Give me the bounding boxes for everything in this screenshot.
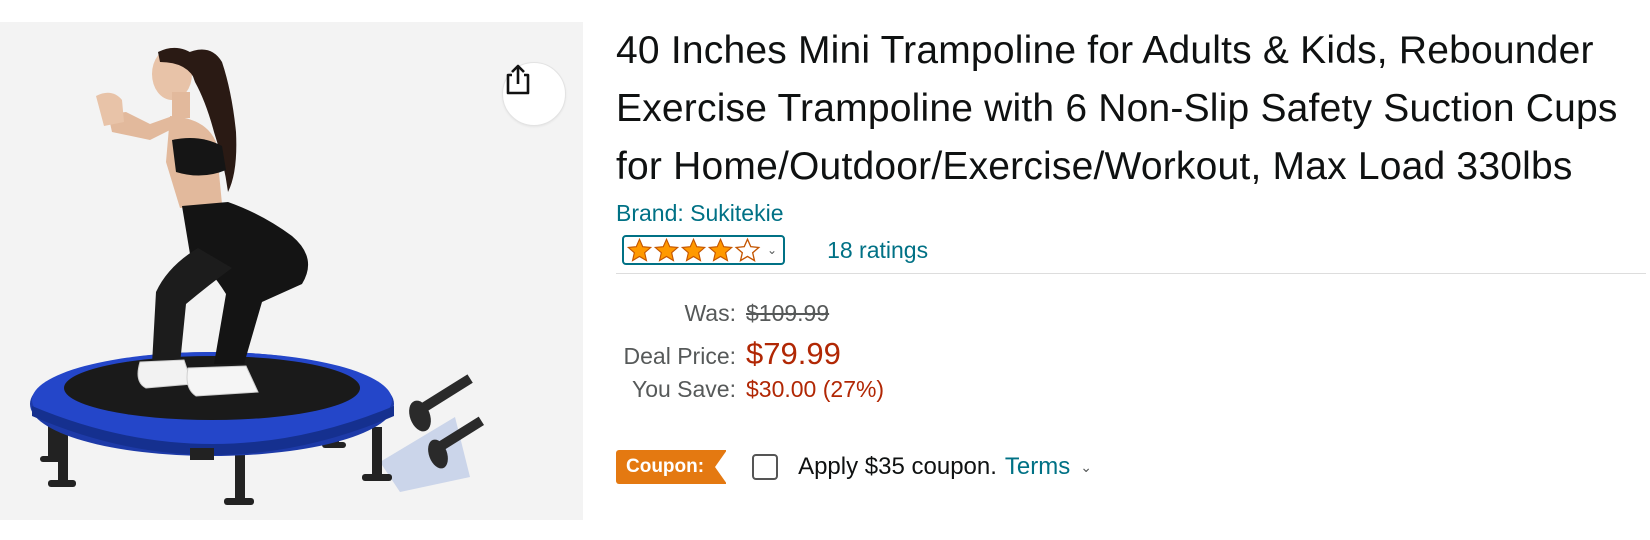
share-icon (506, 64, 530, 95)
star-full-icon (653, 237, 680, 262)
deal-price-row: Deal Price: $79.99 (616, 336, 1646, 376)
was-price-row: Was: $109.99 (616, 300, 1646, 336)
star-full-icon (680, 237, 707, 262)
star-full-icon (626, 237, 653, 262)
chevron-down-icon[interactable]: ⌄ (1080, 459, 1092, 476)
chevron-down-icon: ⌄ (767, 243, 778, 257)
brand-link[interactable]: Brand: Sukitekie (616, 200, 1646, 227)
coupon-badge: Coupon: (616, 450, 728, 484)
product-title: 40 Inches Mini Trampoline for Adults & K… (616, 29, 1618, 188)
star-empty-icon (734, 237, 761, 262)
coupon-apply-text: Apply $35 coupon. (798, 453, 997, 480)
price-table: Was: $109.99 Deal Price: $79.99 You Save… (616, 300, 1646, 416)
share-button[interactable] (502, 62, 566, 126)
coupon-checkbox[interactable] (752, 454, 779, 480)
rating-row: ⌄ 18 ratings (616, 233, 1646, 267)
divider (616, 273, 1646, 274)
save-label: You Save: (631, 376, 736, 402)
deal-price: $79.99 (746, 336, 841, 371)
was-price: $109.99 (746, 300, 830, 326)
was-label: Was: (684, 300, 736, 326)
savings-amount: $30.00 (27%) (746, 376, 885, 402)
trampoline-product-image (30, 47, 485, 505)
ratings-count-link[interactable]: 18 ratings (827, 237, 928, 264)
savings-row: You Save: $30.00 (27%) (616, 376, 1646, 416)
product-image-panel[interactable] (0, 22, 583, 520)
product-details: 40 Inches Mini Trampoline for Adults & K… (616, 22, 1646, 484)
coupon-terms-link[interactable]: Terms (1005, 453, 1070, 481)
coupon-row: Coupon: Apply $35 coupon. Terms ⌄ (616, 450, 1646, 484)
deal-label: Deal Price: (623, 343, 736, 369)
star-full-icon (707, 237, 734, 262)
star-rating-widget[interactable]: ⌄ (622, 235, 786, 265)
